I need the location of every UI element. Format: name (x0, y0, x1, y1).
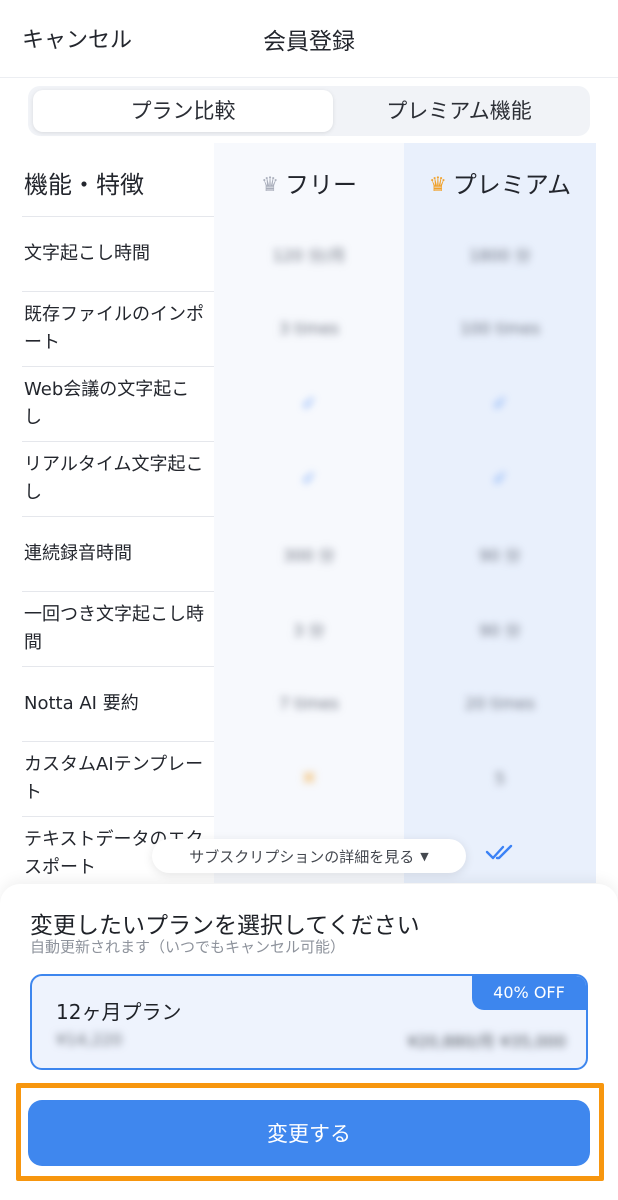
feature-label: 一回つき文字起こし時間 (24, 603, 204, 653)
comparison-table: 機能・特徴 ♛ フリー ♛ プレミアム 文字起こし時間 120 分/月 1800 分… (0, 143, 618, 883)
feature-label: 連続録音時間 (24, 542, 132, 564)
feature-label: リアルタイム文字起こし (24, 453, 204, 503)
premium-column-header: ♛ プレミアム (404, 165, 596, 200)
cross-icon: ✕ (301, 768, 317, 789)
double-check-icon (485, 844, 513, 860)
premium-value: 20 times (465, 694, 535, 713)
caret-down-icon: ▼ (420, 849, 429, 863)
feature-label: Notta AI 要約 (24, 692, 139, 714)
check-icon: ✓ (492, 468, 508, 489)
feature-column-header: 機能・特徴 (24, 171, 144, 199)
premium-plan-label: プレミアム (452, 171, 572, 199)
premium-value: 90 分 (479, 620, 521, 640)
feature-label: 文字起こし時間 (24, 242, 150, 264)
tab-plan-compare[interactable]: プラン比較 (33, 90, 333, 132)
premium-value: 1800 分 (469, 245, 531, 265)
plan-price: ¥20,880/月 ¥35,000 (407, 1032, 566, 1051)
subscription-details-label: サブスクリプションの詳細を見る (189, 847, 415, 866)
table-row: 連続録音時間 300 分 90 分 (0, 516, 618, 591)
free-value: 300 分 (283, 545, 335, 565)
free-value: 120 分/月 (272, 245, 346, 265)
premium-value: 100 times (459, 319, 541, 338)
change-plan-button[interactable]: 変更する (28, 1100, 590, 1166)
subscription-details-button[interactable]: サブスクリプションの詳細を見る ▼ (152, 839, 466, 873)
free-value: 3 分 (293, 620, 325, 640)
premium-value: 5 (494, 769, 506, 788)
panel-subtitle: 自動更新されます（いつでもキャンセル可能） (30, 938, 346, 956)
free-value: 7 times (279, 694, 339, 713)
premium-value: 90 分 (479, 545, 521, 565)
check-icon: ✓ (301, 468, 317, 489)
plan-name: 12ヶ月プラン (56, 1000, 182, 1024)
table-row: カスタムAIテンプレート ✕ 5 (0, 741, 618, 816)
feature-label: カスタムAIテンプレート (24, 753, 204, 803)
plan-option-12-month[interactable]: 12ヶ月プラン 40% OFF ¥14,220 ¥20,880/月 ¥35,00… (30, 974, 588, 1070)
plan-selection-panel: 変更したいプランを選択してください 自動更新されます（いつでもキャンセル可能） … (0, 884, 618, 1200)
tab-premium-features[interactable]: プレミアム機能 (333, 90, 585, 132)
check-icon: ✓ (492, 393, 508, 414)
table-row: Web会議の文字起こし ✓ ✓ (0, 366, 618, 441)
free-column-header: ♛ フリー (214, 165, 404, 200)
check-icon: ✓ (301, 393, 317, 414)
plan-tabs: プラン比較 プレミアム機能 (28, 86, 590, 136)
table-row: リアルタイム文字起こし ✓ ✓ (0, 441, 618, 516)
table-row: 既存ファイルのインポート 3 times 100 times (0, 291, 618, 366)
plan-price-original: ¥14,220 (56, 1030, 123, 1049)
page-title: 会員登録 (263, 29, 355, 55)
crown-icon: ♛ (261, 172, 279, 196)
free-plan-label: フリー (284, 171, 357, 199)
table-row: 文字起こし時間 120 分/月 1800 分 (0, 216, 618, 291)
discount-badge: 40% OFF (472, 976, 586, 1010)
table-row: Notta AI 要約 7 times 20 times (0, 666, 618, 741)
crown-icon: ♛ (428, 172, 447, 196)
table-row: 一回つき文字起こし時間 3 分 90 分 (0, 591, 618, 666)
feature-label: Web会議の文字起こし (24, 378, 190, 428)
panel-title: 変更したいプランを選択してください (30, 913, 420, 939)
feature-label: 既存ファイルのインポート (24, 303, 204, 353)
free-value: 3 times (279, 319, 339, 338)
nav-header: キャンセル 会員登録 (0, 0, 618, 78)
